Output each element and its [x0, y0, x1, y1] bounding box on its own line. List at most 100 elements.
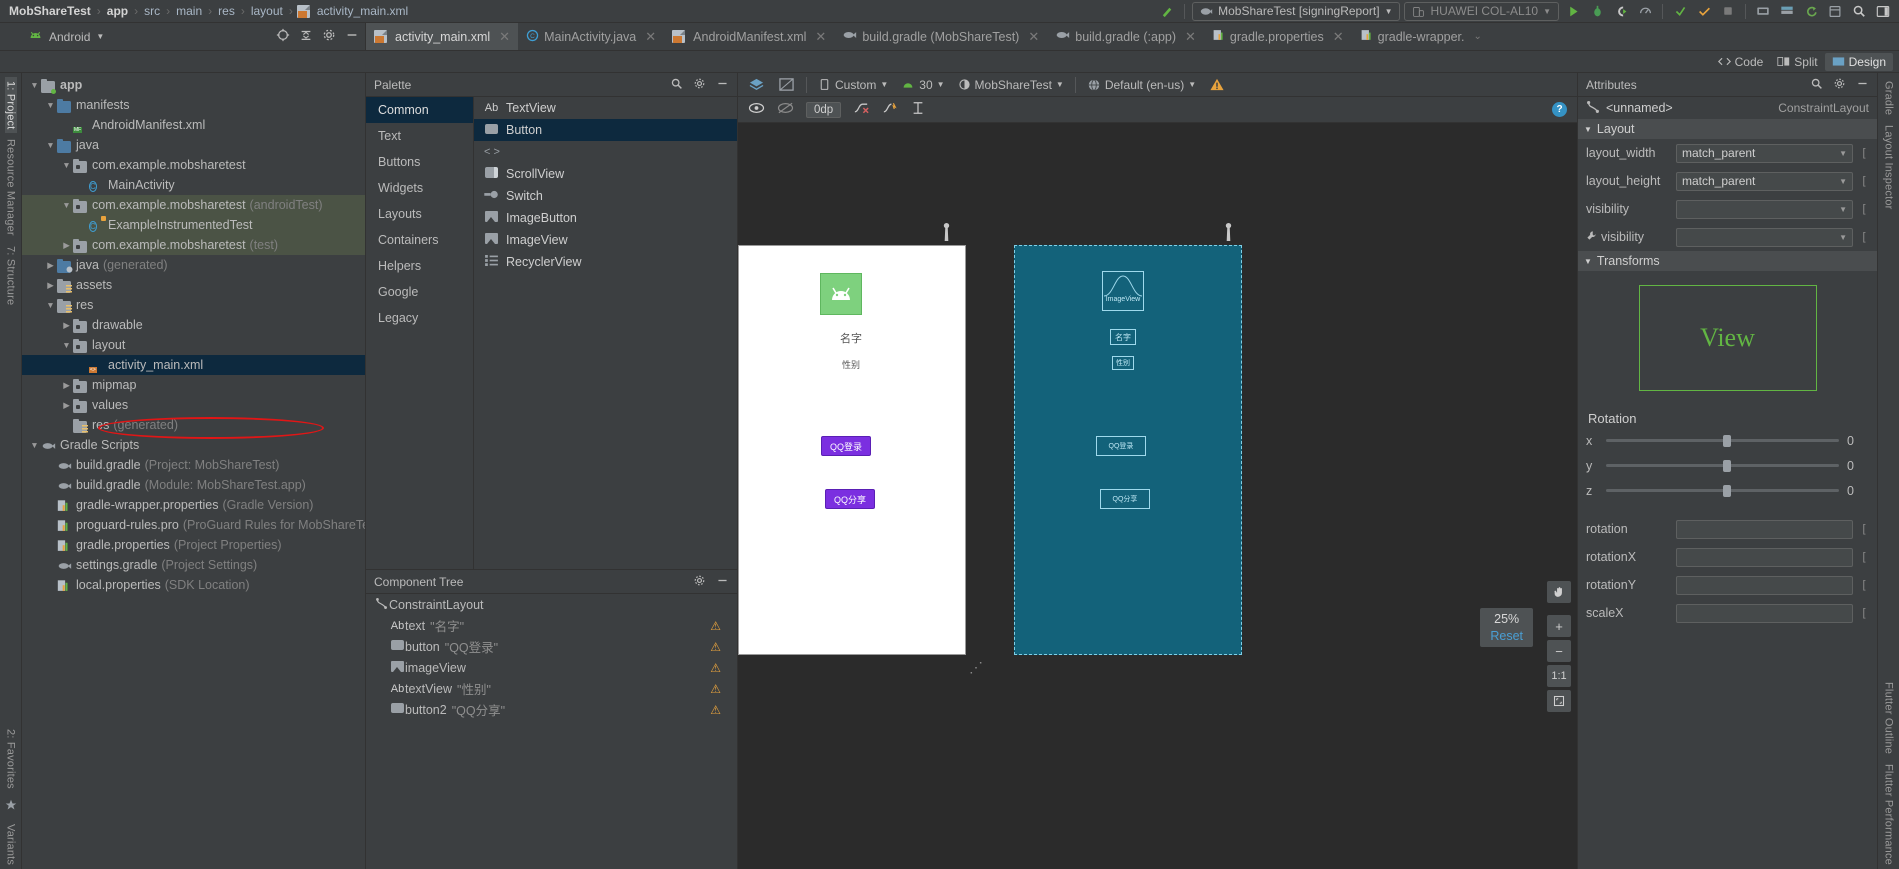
blueprint-toggle-icon[interactable] [773, 75, 800, 95]
palette-item-scrollview[interactable]: ScrollView [474, 163, 737, 185]
palette-category-legacy[interactable]: Legacy [366, 305, 473, 331]
tree-node-drawable[interactable]: ▶ drawable [22, 315, 365, 335]
tab-mainactivity-java[interactable]: C MainActivity.java ✕ [518, 23, 664, 50]
warning-icon[interactable] [1204, 75, 1230, 95]
zoom-in-button[interactable]: + [1547, 615, 1571, 637]
tree-node-com-example-mobsharetest[interactable]: ▼ com.example.mobsharetest [22, 155, 365, 175]
tree-node-build-gradle[interactable]: build.gradle (Module: MobShareTest.app) [22, 475, 365, 495]
tab-androidmanifest-xml[interactable]: AndroidManifest.xml ✕ [664, 23, 834, 50]
palette-category-buttons[interactable]: Buttons [366, 149, 473, 175]
rotation-x-slider[interactable] [1606, 435, 1839, 447]
warning-icon[interactable]: ⚠ [710, 682, 721, 696]
component-tree-row-imageview[interactable]: imageView ⚠ [366, 657, 737, 678]
palette-item-fragment[interactable]: < > [474, 141, 737, 163]
tree-node-manifests[interactable]: ▼ manifests [22, 95, 365, 115]
tree-node-gradle-properties[interactable]: gradle.properties (Project Properties) [22, 535, 365, 555]
palette-items[interactable]: Ab TextView Button < > ScrollView Switch Image… [474, 97, 737, 569]
tree-node-exampleinstrumentedtest[interactable]: C ExampleInstrumentedTest [22, 215, 365, 235]
tree-node-build-gradle[interactable]: build.gradle (Project: MobShareTest) [22, 455, 365, 475]
palette-item-switch[interactable]: Switch [474, 185, 737, 207]
palette-categories[interactable]: Common Text Buttons Widgets Layouts Container… [366, 97, 474, 569]
hide-panel-icon[interactable] [716, 574, 729, 590]
mode-split[interactable]: Split [1770, 53, 1824, 71]
tab-close-icon[interactable]: ✕ [815, 29, 826, 45]
tab-close-icon[interactable]: ✕ [1333, 29, 1344, 45]
tree-node-layout[interactable]: ▼ layout [22, 335, 365, 355]
blueprint-textview-gender[interactable]: 性别 [1112, 356, 1134, 370]
mode-design[interactable]: Design [1824, 52, 1893, 71]
zoom-reset-button[interactable]: Reset [1490, 629, 1523, 643]
resize-handle[interactable]: ⋰ [969, 659, 983, 676]
tab-gradle-properties[interactable]: gradle.properties ✕ [1204, 23, 1352, 50]
palette-item-imagebutton[interactable]: ImageButton [474, 207, 737, 229]
avd-manager-icon[interactable] [1753, 2, 1773, 21]
section-layout[interactable]: ▼ Layout [1578, 119, 1877, 139]
search-icon[interactable] [1849, 2, 1869, 21]
collapse-all-icon[interactable] [299, 28, 313, 45]
strip-button-favorites[interactable]: 2: Favorites [5, 725, 17, 793]
apply-changes-icon[interactable] [1670, 2, 1690, 21]
palette-category-text[interactable]: Text [366, 123, 473, 149]
profiler-icon[interactable] [1635, 2, 1655, 21]
preview-button-qq-share[interactable]: QQ分享 [825, 489, 875, 509]
tree-node-com-example-mobsharetest[interactable]: ▼ com.example.mobsharetest (androidTest) [22, 195, 365, 215]
preview-button-qq-login[interactable]: QQ登录 [821, 436, 871, 456]
project-tree[interactable]: ▼ app ▼ manifests AndroidManifest.xml ▼ java ▼ c… [22, 73, 366, 869]
wrench-icon-design[interactable] [941, 223, 952, 244]
attr-value-dropdown[interactable]: match_parent ▼ [1676, 171, 1853, 191]
locale-selector[interactable]: Default (en-us) ▼ [1082, 75, 1201, 95]
strip-button-flutter-outline[interactable]: Flutter Outline [1883, 678, 1895, 758]
palette-category-layouts[interactable]: Layouts [366, 201, 473, 227]
wrench-icon-blueprint[interactable] [1223, 223, 1234, 244]
transform-preview-box[interactable]: View [1638, 285, 1817, 391]
run-configuration-selector[interactable]: MobShareTest [signingReport] ▼ [1192, 1, 1401, 21]
preview-imageview[interactable] [820, 273, 862, 315]
warning-icon[interactable]: ⚠ [710, 661, 721, 675]
settings-gear-icon[interactable] [693, 574, 706, 590]
strip-button-resource-manager[interactable]: Resource Manager [5, 135, 17, 240]
tab-close-icon[interactable]: ✕ [1028, 29, 1039, 45]
attr-value-input[interactable] [1676, 603, 1853, 623]
breadcrumb-item-project[interactable]: MobShareTest [7, 4, 93, 18]
layers-icon[interactable] [743, 75, 770, 95]
component-tree-row-text[interactable]: Ab text "名字" ⚠ [366, 615, 737, 636]
settings-gear-icon[interactable] [322, 28, 336, 45]
blueprint-button-qq-login[interactable]: QQ登录 [1096, 436, 1146, 456]
tab-close-icon[interactable]: ✕ [499, 29, 510, 45]
warning-icon[interactable]: ⚠ [710, 619, 721, 633]
hide-panel-icon[interactable] [345, 28, 359, 45]
tree-node-java[interactable]: ▶ java (generated) [22, 255, 365, 275]
tree-node-values[interactable]: ▶ values [22, 395, 365, 415]
search-icon[interactable] [1810, 77, 1823, 93]
component-tree-row-button[interactable]: button "QQ登录" ⚠ [366, 636, 737, 657]
tab-gradle-wrapper-properties[interactable]: gradle-wrapper. ⌄ [1352, 23, 1490, 50]
tree-node-assets[interactable]: ▶ assets [22, 275, 365, 295]
rotation-z-slider[interactable] [1606, 485, 1839, 497]
palette-category-google[interactable]: Google [366, 279, 473, 305]
strip-button-flutter-performance[interactable]: Flutter Performance [1883, 760, 1895, 869]
open-side-panel-icon[interactable] [1873, 2, 1893, 21]
select-opened-file-icon[interactable] [276, 28, 290, 45]
section-transforms[interactable]: ▼ Transforms [1578, 251, 1877, 271]
api-level-selector[interactable]: 30 ▼ [896, 75, 949, 95]
tab-activity-main-xml[interactable]: activity_main.xml ✕ [366, 23, 519, 50]
palette-item-button[interactable]: Button [474, 119, 737, 141]
autoconnect-icon[interactable] [777, 101, 794, 118]
chevron-down-icon[interactable]: ▼ [96, 32, 104, 41]
device-orientation-selector[interactable]: Custom ▼ [813, 75, 893, 95]
palette-category-helpers[interactable]: Helpers [366, 253, 473, 279]
strip-button-gradle[interactable]: Gradle [1883, 77, 1895, 119]
component-tree-row-textview[interactable]: Ab textView "性别" ⚠ [366, 678, 737, 699]
search-icon[interactable] [670, 77, 683, 93]
attr-value-dropdown[interactable]: ▼ [1676, 199, 1853, 219]
show-constraints-icon[interactable] [748, 101, 765, 118]
attach-debugger-icon[interactable] [1611, 2, 1631, 21]
component-tree-rows[interactable]: ConstraintLayout Ab text "名字" ⚠ button "QQ登录" ⚠… [366, 594, 737, 720]
guidelines-icon[interactable] [911, 101, 925, 118]
tab-build-gradle-project[interactable]: build.gradle (MobShareTest) ✕ [834, 23, 1047, 50]
tree-node-mainactivity[interactable]: C MainActivity [22, 175, 365, 195]
tree-node-local-properties[interactable]: local.properties (SDK Location) [22, 575, 365, 595]
tree-node-gradle-wrapper-properties[interactable]: gradle-wrapper.properties (Gradle Version… [22, 495, 365, 515]
blueprint-preview-phone[interactable]: ImageView 名字 性别 QQ登录 QQ分享 [1014, 245, 1242, 655]
palette-item-imageview[interactable]: ImageView [474, 229, 737, 251]
